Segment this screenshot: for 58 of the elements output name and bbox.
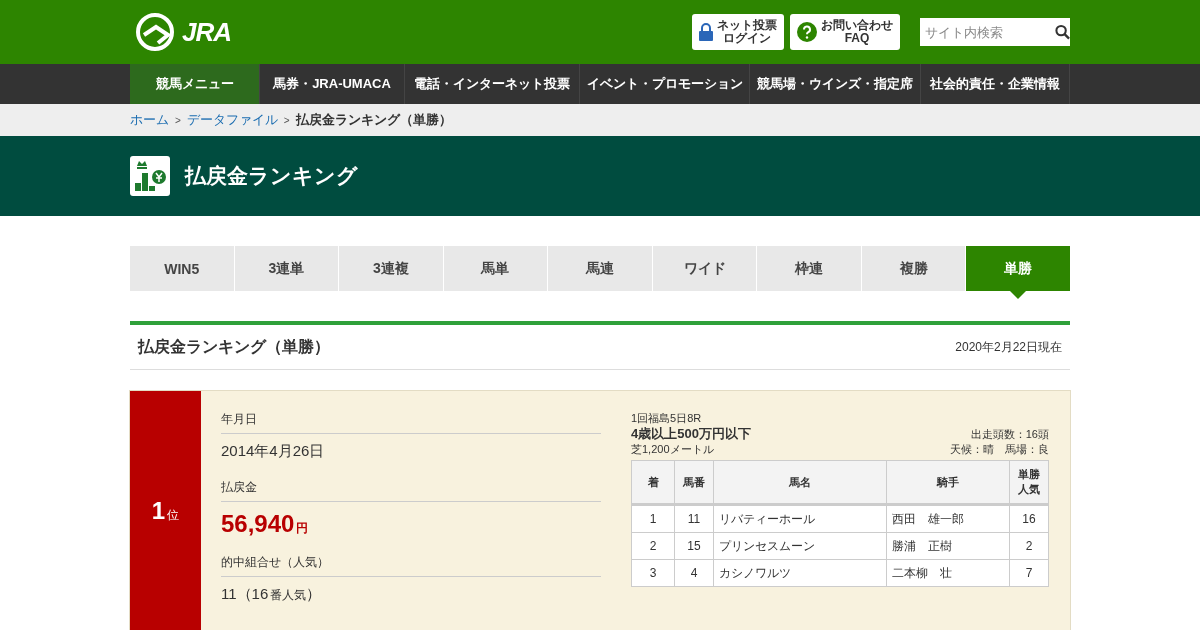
race-course: 芝1,200メートル xyxy=(631,442,715,457)
column-header: 着 xyxy=(631,460,675,505)
breadcrumb-link[interactable]: データファイル xyxy=(186,111,278,129)
field-label: 的中組合せ（人気） xyxy=(221,554,601,577)
table-cell: 4 xyxy=(674,559,714,587)
ranking-icon xyxy=(130,156,170,196)
field-label: 年月日 xyxy=(221,411,601,434)
table-cell: 16 xyxy=(1009,504,1049,533)
tab[interactable]: 馬連 xyxy=(548,246,652,291)
breadcrumb-current: 払戻金ランキング（単勝） xyxy=(295,111,452,129)
column-header: 馬番 xyxy=(674,460,714,505)
help-icon xyxy=(797,22,817,42)
table-cell: 1 xyxy=(631,504,675,533)
rank-text: 1位 xyxy=(151,497,180,525)
page-title: 払戻金ランキング xyxy=(185,163,358,189)
field-value: 2014年4月26日 xyxy=(221,442,326,461)
table-cell: 西田 雄一郎 xyxy=(886,504,1010,533)
table-cell: 7 xyxy=(1009,559,1049,587)
field-value: 11（16番人気） xyxy=(221,585,323,604)
faq-button[interactable]: お問い合わせ FAQ xyxy=(790,14,900,50)
search-box[interactable]: サイト内検索 xyxy=(920,18,1070,46)
table-cell: 11 xyxy=(674,504,714,533)
table-cell: 2 xyxy=(631,532,675,560)
table-cell: リバティーホール xyxy=(713,504,887,533)
race-meeting: 1回福島5日8R xyxy=(631,411,703,426)
tab[interactable]: 馬単 xyxy=(443,246,548,291)
logo-text: JRA xyxy=(182,16,231,48)
breadcrumb-separator: > xyxy=(175,114,181,126)
lock-icon xyxy=(699,23,713,41)
search-icon[interactable] xyxy=(1055,24,1070,40)
tab[interactable]: 3連複 xyxy=(339,246,443,291)
tab[interactable]: 3連単 xyxy=(234,246,339,291)
race-name: 4歳以上500万円以下 xyxy=(631,426,751,442)
table-cell: 2 xyxy=(1009,532,1049,560)
as-of-date: 2020年2月22日現在 xyxy=(955,338,1062,356)
field-label: 払戻金 xyxy=(221,479,601,502)
nav-item[interactable]: 競馬メニュー xyxy=(130,64,260,104)
tab-pointer-icon xyxy=(1010,291,1027,299)
column-header: 単勝人気 xyxy=(1009,460,1049,505)
column-header: 馬名 xyxy=(713,460,887,505)
table-cell: 15 xyxy=(674,532,714,560)
tab[interactable]: 複勝 xyxy=(861,246,966,291)
race-conditions: 天候：晴 馬場：良 xyxy=(950,442,1049,457)
tab[interactable]: WIN5 xyxy=(130,246,234,291)
table-cell: 3 xyxy=(631,559,675,587)
tab[interactable]: 枠連 xyxy=(757,246,861,291)
table-cell: 二本柳 壮 xyxy=(886,559,1010,587)
table-cell: カシノワルツ xyxy=(713,559,887,587)
runner-count: 出走頭数：16頭 xyxy=(969,427,1049,442)
breadcrumb-separator: > xyxy=(283,114,290,126)
breadcrumb-link[interactable]: ホーム xyxy=(130,111,169,129)
login-button[interactable]: ネット投票 ログイン xyxy=(692,14,784,50)
table-cell: プリンセスムーン xyxy=(713,532,887,560)
section-title: 払戻金ランキング（単勝） xyxy=(138,336,330,357)
table-cell: 勝浦 正樹 xyxy=(886,532,1010,560)
column-header: 騎手 xyxy=(886,460,1010,505)
payout-amount: 56,940 円 xyxy=(221,510,310,538)
tab[interactable]: ワイド xyxy=(652,246,757,291)
